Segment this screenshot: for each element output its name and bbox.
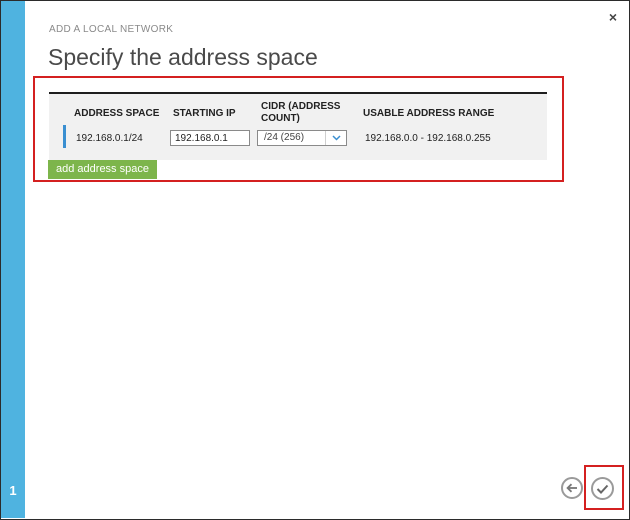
step-number: 1: [9, 483, 17, 498]
back-button[interactable]: [561, 477, 583, 499]
finish-highlight-annotation: [584, 465, 624, 510]
close-icon: ×: [608, 9, 618, 25]
wizard-subtitle: ADD A LOCAL NETWORK: [49, 24, 174, 35]
arrow-left-icon: [566, 483, 577, 493]
wizard-step-strip: 1: [1, 1, 25, 518]
table-highlight-annotation: [33, 76, 564, 182]
close-button[interactable]: ×: [606, 10, 620, 24]
page-title: Specify the address space: [48, 44, 318, 70]
